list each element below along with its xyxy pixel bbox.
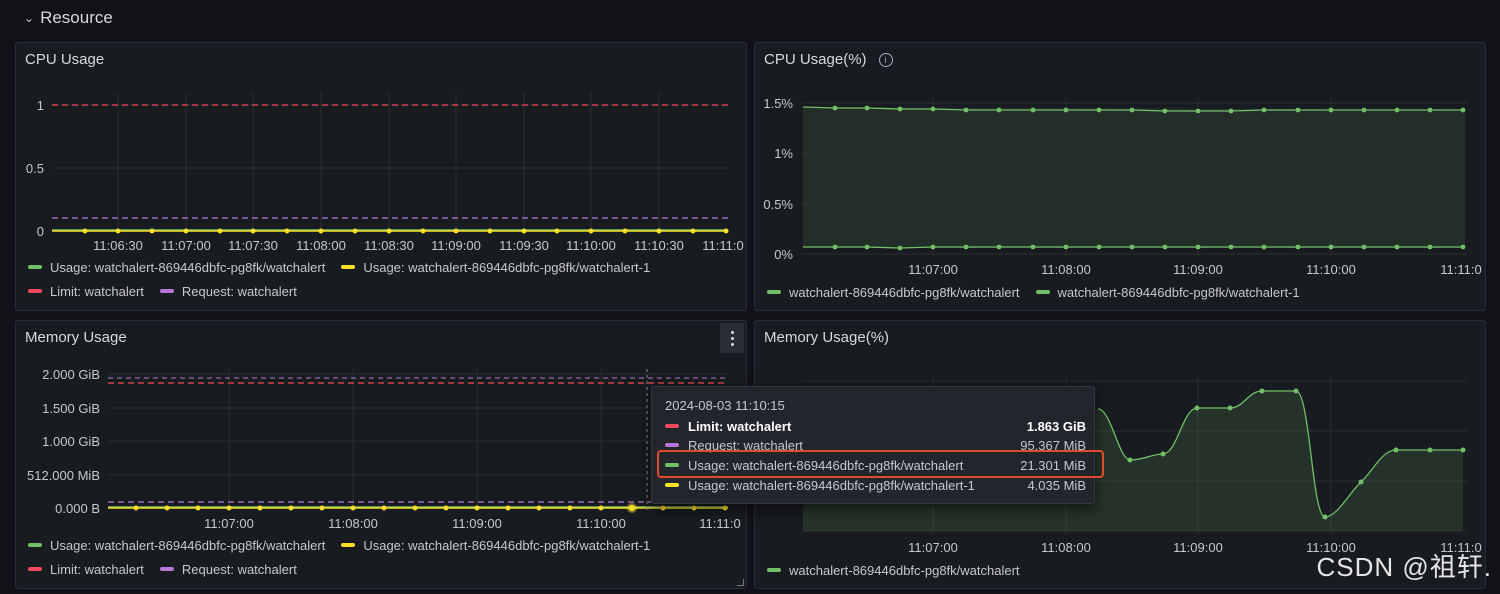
x-tick: 11:08:00 (296, 238, 346, 253)
legend-item[interactable]: Request: watchalert (159, 282, 297, 300)
legend-label: Request: watchalert (181, 283, 297, 299)
x-tick: 11:11:0 (1440, 262, 1481, 277)
tooltip-row: Limit: watchalert 1.863 GiB (665, 417, 1086, 435)
x-tick: 11:11:0 (702, 238, 743, 253)
x-tick: 11:10:00 (1306, 262, 1356, 277)
legend: Usage: watchalert-869446dbfc-pg8fk/watch… (28, 258, 743, 300)
tooltip-value: 4.035 MiB (1027, 477, 1086, 493)
legend-item[interactable]: watchalert-869446dbfc-pg8fk/watchalert (767, 283, 1020, 301)
series-swatch (341, 265, 356, 269)
x-tick: 11:10:30 (634, 238, 684, 253)
y-tick: 0 (37, 224, 44, 239)
series-swatch (28, 567, 42, 571)
legend-label: Usage: watchalert-869446dbfc-pg8fk/watch… (50, 259, 326, 275)
y-tick: 2.000 GiB (42, 367, 100, 382)
x-tick: 11:09:00 (452, 516, 502, 531)
cpu-usage-percent-chart[interactable]: 1.5% 1% 0.5% 0% 11:07:00 11:08:00 11:09:… (755, 43, 1485, 310)
legend-item[interactable]: Usage: watchalert-869446dbfc-pg8fk/watch… (28, 258, 325, 276)
hover-point (629, 505, 635, 511)
tooltip-label: Limit: watchalert (688, 418, 792, 434)
legend-item[interactable]: watchalert-869446dbfc-pg8fk/watchalert-1 (1035, 283, 1300, 301)
watermark: CSDN @祖轩. (1316, 552, 1492, 582)
x-tick: 11:09:00 (1173, 540, 1223, 555)
x-tick: 11:08:30 (364, 238, 414, 253)
x-tick: 11:10:00 (566, 238, 616, 253)
tooltip-row: Usage: watchalert-869446dbfc-pg8fk/watch… (665, 476, 1086, 494)
legend-item[interactable]: Request: watchalert (159, 560, 297, 578)
x-tick: 11:10:00 (576, 516, 626, 531)
tooltip-timestamp: 2024-08-03 11:10:15 (665, 398, 785, 413)
highlight-box (657, 450, 1104, 478)
legend-label: Usage: watchalert-869446dbfc-pg8fk/watch… (363, 259, 651, 275)
series-swatch (767, 568, 781, 572)
x-tick: 11:09:00 (1173, 262, 1223, 277)
section-header-resource[interactable]: ⌄ Resource (24, 6, 113, 30)
series-swatch (28, 289, 42, 293)
y-tick: 0.5 (26, 161, 44, 176)
series-swatch (159, 289, 174, 293)
series-swatch (28, 543, 42, 547)
series-swatch (665, 443, 679, 447)
y-tick: 1.5% (763, 96, 793, 111)
legend-label: Limit: watchalert (50, 561, 144, 577)
panel-cpu-usage: CPU Usage 1 0.5 0 11:06:30 11:07:00 11:0… (15, 42, 747, 311)
legend-item[interactable]: Limit: watchalert (28, 560, 144, 578)
y-tick: 1 (37, 98, 44, 113)
series-swatch (665, 483, 679, 487)
panel-cpu-usage-percent: CPU Usage(%) i 1.5% 1% 0.5% 0% 11:07:00 1… (754, 42, 1486, 311)
legend-label: watchalert-869446dbfc-pg8fk/watchalert (789, 284, 1020, 300)
series-swatch (665, 424, 679, 428)
chart-tooltip: 2024-08-03 11:10:15 Limit: watchalert 1.… (651, 386, 1095, 504)
legend-item[interactable]: Usage: watchalert-869446dbfc-pg8fk/watch… (341, 258, 650, 276)
series-swatch (1035, 290, 1050, 294)
y-tick: 0% (774, 247, 793, 262)
x-tick: 11:09:30 (499, 238, 549, 253)
panel-memory-usage: Memory Usage 2.000 GiB 1.500 GiB 1.000 G… (15, 320, 747, 589)
legend: Usage: watchalert-869446dbfc-pg8fk/watch… (28, 536, 743, 578)
x-tick: 11:08:00 (328, 516, 378, 531)
y-tick: 1% (774, 146, 793, 161)
legend-label: Request: watchalert (181, 561, 297, 577)
legend-item[interactable]: Limit: watchalert (28, 282, 144, 300)
chevron-down-icon[interactable]: ⌄ (24, 11, 34, 25)
legend-item[interactable]: Usage: watchalert-869446dbfc-pg8fk/watch… (28, 536, 325, 554)
series-swatch (341, 543, 356, 547)
resize-handle[interactable] (737, 579, 744, 586)
legend-item[interactable]: watchalert-869446dbfc-pg8fk/watchalert (767, 561, 1020, 579)
x-tick: 11:07:00 (908, 262, 958, 277)
legend: watchalert-869446dbfc-pg8fk/watchalert w… (767, 283, 1482, 301)
series-swatch (28, 265, 42, 269)
y-tick: 512.000 MiB (27, 468, 100, 483)
legend-item[interactable]: Usage: watchalert-869446dbfc-pg8fk/watch… (341, 536, 650, 554)
x-tick: 11:06:30 (93, 238, 143, 253)
y-tick: 0.5% (763, 197, 793, 212)
x-tick: 11:08:00 (1041, 540, 1091, 555)
y-tick: 0.000 B (55, 501, 100, 516)
legend-label: watchalert-869446dbfc-pg8fk/watchalert-1 (1057, 284, 1300, 300)
series-swatch (767, 290, 781, 294)
legend-label: watchalert-869446dbfc-pg8fk/watchalert (789, 562, 1020, 578)
x-tick: 11:07:00 (908, 540, 958, 555)
legend-label: Limit: watchalert (50, 283, 144, 299)
y-tick: 1.000 GiB (42, 434, 100, 449)
x-tick: 11:07:30 (228, 238, 278, 253)
series-area (803, 107, 1465, 248)
tooltip-value: 1.863 GiB (1026, 418, 1086, 434)
x-tick: 11:07:00 (161, 238, 211, 253)
x-tick: 11:11:0 (699, 516, 740, 531)
legend-label: Usage: watchalert-869446dbfc-pg8fk/watch… (363, 537, 651, 553)
x-tick: 11:07:00 (204, 516, 254, 531)
legend-label: Usage: watchalert-869446dbfc-pg8fk/watch… (50, 537, 326, 553)
section-title: Resource (40, 8, 113, 27)
y-tick: 1.500 GiB (42, 401, 100, 416)
series-swatch (159, 567, 174, 571)
tooltip-label: Usage: watchalert-869446dbfc-pg8fk/watch… (688, 477, 975, 493)
x-tick: 11:09:00 (431, 238, 481, 253)
x-tick: 11:08:00 (1041, 262, 1091, 277)
